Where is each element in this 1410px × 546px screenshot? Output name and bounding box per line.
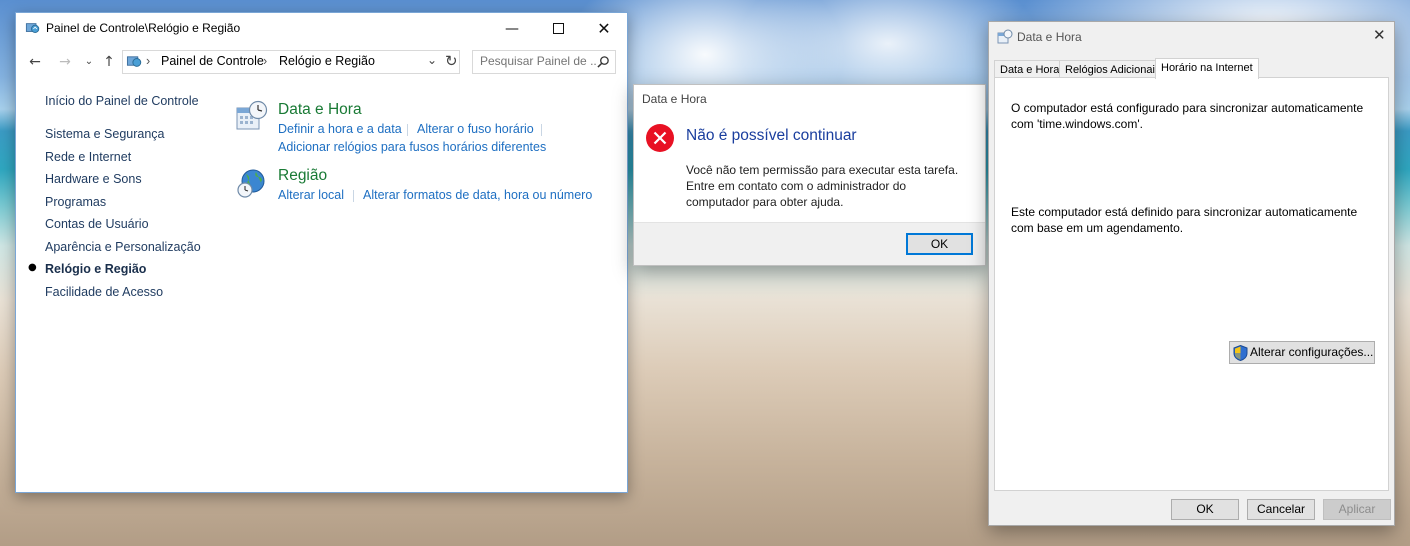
dialog-heading: Não é possível continuar	[686, 127, 857, 144]
ok-button[interactable]: OK	[906, 233, 973, 255]
error-dialog: Data e Hora Não é possível continuar Voc…	[633, 84, 986, 266]
close-icon: ✕	[597, 19, 611, 38]
breadcrumb-item[interactable]: Relógio e Região	[279, 54, 375, 68]
tab-internet-time[interactable]: Horário na Internet	[1155, 58, 1259, 79]
maximize-button[interactable]	[535, 13, 581, 44]
current-item-bullet: ●	[28, 262, 37, 273]
back-button[interactable]: ←	[26, 52, 44, 72]
link-change-location[interactable]: Alterar local	[278, 188, 344, 202]
apply-button[interactable]: Aplicar	[1323, 499, 1391, 520]
sidebar-item-clock-region[interactable]: Relógio e Região	[45, 262, 146, 276]
ok-button[interactable]: OK	[1171, 499, 1239, 520]
link-add-clocks[interactable]: Adicionar relógios para fusos horários d…	[278, 140, 546, 154]
maximize-icon	[552, 23, 564, 34]
search-icon[interactable]	[597, 55, 610, 68]
link-separator	[353, 190, 354, 202]
chevron-right-icon: ›	[263, 54, 268, 68]
address-bar-row: ← → ⌄ ↑ › Painel de Controle › Relógio e…	[16, 49, 627, 75]
breadcrumb-item[interactable]: Painel de Controle	[161, 54, 264, 68]
chevron-down-icon: ⌄	[84, 56, 94, 67]
link-set-time-date[interactable]: Definir a hora e a data	[278, 122, 402, 136]
sidebar-item-accounts[interactable]: Contas de Usuário	[45, 217, 149, 231]
calendar-clock-icon	[997, 29, 1013, 44]
recent-locations-button[interactable]: ⌄	[80, 52, 98, 72]
section-title-region[interactable]: Região	[278, 167, 327, 185]
arrow-right-icon: →	[59, 54, 71, 70]
sidebar-item-home[interactable]: Início do Painel de Controle	[45, 94, 199, 108]
link-separator	[541, 124, 542, 136]
close-icon[interactable]: ✕	[1373, 26, 1386, 44]
datetime-dialog: Data e Hora ✕ Data e Hora Relógios Adici…	[988, 21, 1395, 526]
refresh-icon[interactable]: ↻	[445, 52, 458, 70]
forward-button[interactable]: →	[56, 52, 74, 72]
dialog-title: Data e Hora	[642, 92, 707, 106]
sidebar-item-appearance[interactable]: Aparência e Personalização	[45, 240, 201, 254]
control-panel-window: Painel de Controle\Relógio e Região — ✕ …	[15, 12, 628, 493]
globe-clock-icon	[237, 169, 265, 198]
section-title-date-time[interactable]: Data e Hora	[278, 101, 362, 119]
change-settings-label: Alterar configurações...	[1250, 345, 1374, 359]
link-change-timezone[interactable]: Alterar o fuso horário	[417, 122, 534, 136]
dialog-title: Data e Hora	[1017, 30, 1082, 44]
sidebar-item-security[interactable]: Sistema e Segurança	[45, 127, 165, 141]
uac-shield-icon	[1233, 345, 1248, 361]
link-separator	[407, 124, 408, 136]
up-button[interactable]: ↑	[100, 52, 118, 72]
minimize-button[interactable]: —	[489, 13, 535, 44]
arrow-up-icon: ↑	[103, 54, 115, 70]
address-dropdown-icon[interactable]: ⌄	[427, 53, 437, 67]
minimize-icon: —	[505, 20, 519, 37]
sidebar-item-network[interactable]: Rede e Internet	[45, 150, 131, 164]
link-change-formats[interactable]: Alterar formatos de data, hora ou número	[363, 188, 592, 202]
error-icon	[646, 124, 674, 152]
search-box	[472, 50, 616, 74]
change-settings-button[interactable]: Alterar configurações...	[1229, 341, 1375, 364]
search-input[interactable]	[473, 51, 596, 71]
control-panel-icon	[25, 23, 40, 33]
dialog-footer: OK	[634, 222, 985, 265]
dialog-message: Você não tem permissão para executar est…	[686, 163, 959, 209]
sync-status-text: O computador está configurado para sincr…	[1011, 101, 1364, 131]
chevron-right-icon: ›	[146, 54, 151, 68]
calendar-clock-icon	[236, 100, 268, 130]
tab-panel: O computador está configurado para sincr…	[994, 77, 1389, 491]
control-panel-icon	[126, 56, 142, 67]
address-box[interactable]: › Painel de Controle › Relógio e Região …	[122, 50, 460, 74]
schedule-text: Este computador está definido para sincr…	[1011, 205, 1358, 235]
cancel-button[interactable]: Cancelar	[1247, 499, 1315, 520]
sidebar-item-hardware[interactable]: Hardware e Sons	[45, 172, 142, 186]
sidebar-item-accessibility[interactable]: Facilidade de Acesso	[45, 285, 163, 299]
sidebar-item-programs[interactable]: Programas	[45, 195, 106, 209]
arrow-left-icon: ←	[29, 54, 41, 70]
close-button[interactable]: ✕	[581, 13, 627, 44]
window-title: Painel de Controle\Relógio e Região	[46, 21, 241, 35]
title-bar: Painel de Controle\Relógio e Região — ✕	[16, 13, 627, 44]
